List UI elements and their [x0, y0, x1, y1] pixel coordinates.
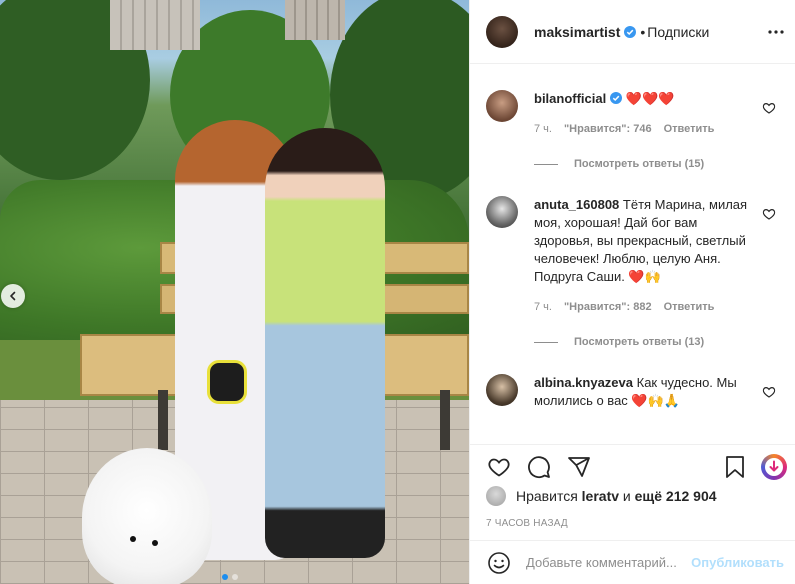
- likes-conjunction: и: [622, 488, 631, 504]
- comment-button[interactable]: [526, 454, 552, 480]
- replies-line: [534, 163, 558, 165]
- follow-status[interactable]: Подписки: [647, 24, 709, 40]
- author-avatar[interactable]: [486, 15, 518, 48]
- header-separator: •: [640, 23, 646, 40]
- post-timestamp[interactable]: 7 ЧАСОВ НАЗАД: [486, 518, 568, 529]
- bench-leg: [158, 390, 168, 450]
- carousel-dot: [232, 574, 238, 580]
- building-2: [285, 0, 345, 40]
- verified-badge-icon: [610, 92, 623, 104]
- view-replies-label: Посмотреть ответы (13): [574, 336, 705, 348]
- comment-like-heart-icon[interactable]: [762, 101, 776, 115]
- post-photo[interactable]: [0, 0, 469, 584]
- comment-text: ❤️❤️❤️: [625, 91, 675, 106]
- comment-item: bilanofficial ❤️❤️❤️ 7 ч. "Нравится": 74…: [486, 64, 780, 138]
- white-dog: [82, 448, 212, 584]
- comment-meta: 7 ч. "Нравится": 746 Ответить: [534, 120, 759, 138]
- comment-body: bilanofficial ❤️❤️❤️ 7 ч. "Нравится": 74…: [534, 90, 759, 138]
- likes-count[interactable]: ещё 212 904: [635, 488, 717, 504]
- view-replies-button[interactable]: Посмотреть ответы (15): [534, 158, 780, 170]
- heart-icon: [488, 458, 510, 477]
- more-options-button[interactable]: [766, 22, 786, 42]
- view-replies-button[interactable]: Посмотреть ответы (13): [534, 336, 780, 348]
- comment-meta: 7 ч. "Нравится": 882 Ответить: [534, 298, 759, 316]
- more-horizontal-icon: [768, 30, 784, 34]
- post-header: maksimartist • Подписки: [470, 0, 795, 64]
- publish-button[interactable]: Опубликовать: [691, 555, 784, 570]
- bench-leg: [440, 390, 450, 450]
- like-button[interactable]: [486, 454, 512, 480]
- likes-summary: Нравится leratv и ещё 212 904: [486, 486, 717, 506]
- author-username[interactable]: maksimartist: [534, 24, 637, 40]
- leash-reel: [207, 360, 247, 404]
- author-name[interactable]: maksimartist: [534, 24, 620, 40]
- promotion-button[interactable]: [761, 453, 787, 480]
- building: [110, 0, 200, 50]
- dog-eye: [152, 540, 158, 546]
- replies-line: [534, 341, 558, 343]
- liker-avatar[interactable]: [486, 486, 506, 506]
- comment-body: albina.knyazeva Как чудесно. Мы молились…: [534, 374, 759, 410]
- liker-username[interactable]: leratv: [582, 488, 619, 504]
- chevron-left-icon: [10, 291, 16, 301]
- paper-plane-icon: [568, 456, 590, 477]
- commenter-avatar[interactable]: [486, 374, 518, 406]
- comment-time[interactable]: 7 ч.: [534, 298, 552, 316]
- comment-username[interactable]: albina.knyazeva: [534, 375, 633, 390]
- dog-eye: [130, 536, 136, 542]
- post-actions-bar: [470, 444, 795, 488]
- download-circle-icon: [765, 457, 783, 476]
- comment-input[interactable]: [526, 555, 696, 570]
- reply-button[interactable]: Ответить: [664, 298, 715, 316]
- emoji-button[interactable]: [486, 550, 512, 576]
- carousel-dot: [222, 574, 228, 580]
- verified-badge-icon: [624, 25, 637, 38]
- comment-like-heart-icon[interactable]: [762, 207, 776, 221]
- view-replies-label: Посмотреть ответы (15): [574, 158, 705, 170]
- smiley-icon: [488, 551, 510, 574]
- commenter-avatar[interactable]: [486, 90, 518, 122]
- add-comment-bar: Опубликовать: [470, 540, 795, 584]
- bookmark-icon: [726, 455, 744, 478]
- carousel-prev-button[interactable]: [1, 284, 25, 308]
- commenter-avatar[interactable]: [486, 196, 518, 228]
- likes-prefix: Нравится: [516, 488, 578, 504]
- comment-item: albina.knyazeva Как чудесно. Мы молились…: [486, 348, 780, 410]
- save-button[interactable]: [722, 454, 748, 480]
- post-side-panel: maksimartist • Подписки bilanofficial ❤️…: [469, 0, 795, 584]
- comment-like-heart-icon[interactable]: [762, 385, 776, 399]
- comments-list: bilanofficial ❤️❤️❤️ 7 ч. "Нравится": 74…: [470, 64, 795, 444]
- comment-likes[interactable]: "Нравится": 746: [564, 120, 652, 138]
- reply-button[interactable]: Ответить: [664, 120, 715, 138]
- comment-username[interactable]: bilanofficial: [534, 91, 606, 106]
- comment-body: anuta_160808 Тётя Марина, милая моя, хор…: [534, 196, 759, 316]
- carousel-indicator: [222, 574, 238, 580]
- comment-likes[interactable]: "Нравится": 882: [564, 298, 652, 316]
- share-button[interactable]: [566, 454, 592, 480]
- comment-time[interactable]: 7 ч.: [534, 120, 552, 138]
- comment-item: anuta_160808 Тётя Марина, милая моя, хор…: [486, 170, 780, 316]
- comment-username[interactable]: anuta_160808: [534, 197, 619, 212]
- girl-figure: [265, 128, 385, 558]
- comment-icon: [528, 455, 550, 478]
